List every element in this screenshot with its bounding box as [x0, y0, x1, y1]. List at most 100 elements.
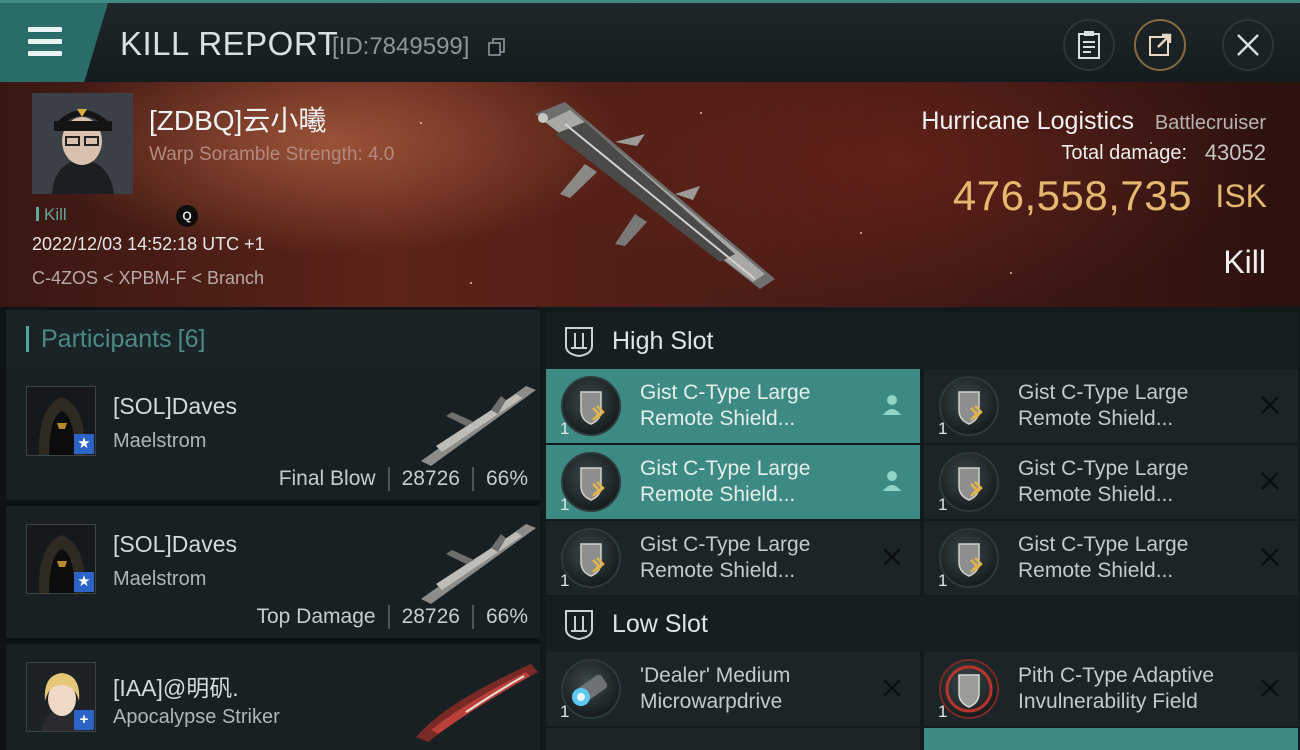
- victim-portrait[interactable]: [32, 93, 133, 194]
- ship-name[interactable]: Hurricane Logistics: [921, 107, 1134, 136]
- participant-name: [IAA]@明矾.: [113, 675, 239, 701]
- participant-ship-image: [421, 524, 536, 604]
- participant-stats: Final Blow 28726 66%: [279, 467, 528, 491]
- module-name: Gist C-Type Large Remote Shield...: [640, 381, 811, 430]
- kill-location[interactable]: C-4ZOS < XPBM-F < Branch: [32, 268, 264, 289]
- module-item[interactable]: 1 Gist C-Type Large Remote Shield...: [546, 369, 920, 443]
- module-item[interactable]: 1 Pith C-Type Adaptive Invulnerability Fi…: [924, 652, 1298, 726]
- participant-role: Final Blow: [278, 467, 376, 490]
- shield-booster-icon: [561, 528, 621, 588]
- participant-avatar: ★: [26, 524, 96, 594]
- module-name: 'Dealer' Medium Microwarpdrive: [640, 664, 791, 713]
- clipboard-button[interactable]: [1063, 19, 1115, 71]
- warp-scramble-strength: Warp Soramble Strength: 4.0: [149, 144, 395, 165]
- participant-percent: 66%: [485, 605, 528, 628]
- module-item[interactable]: 1 Gist C-Type Large Remote Shield...: [924, 521, 1298, 595]
- clipboard-icon: [1078, 31, 1100, 59]
- copy-icon[interactable]: [488, 38, 506, 56]
- participants-count: [6]: [177, 324, 206, 353]
- participant-ship: Maelstrom: [113, 568, 207, 590]
- module-quantity: 1: [560, 571, 570, 590]
- participant-ship-image: [416, 664, 538, 742]
- module-item[interactable]: 1 'Dealer' Medium Microwarpdrive: [546, 652, 920, 726]
- module-item-partial[interactable]: [546, 728, 920, 750]
- participant-ship-image: [421, 386, 536, 466]
- top-bar: KILL REPORT [ID:7849599]: [0, 0, 1300, 82]
- victim-name[interactable]: [ZDBQ]云小曦: [149, 99, 326, 139]
- module-quantity: 1: [560, 702, 570, 721]
- total-damage-label: Total damage:: [1061, 142, 1187, 164]
- pilot-avatar-icon: [32, 93, 133, 194]
- module-name: Gist C-Type Large Remote Shield...: [1018, 381, 1189, 430]
- share-icon: [1149, 33, 1172, 56]
- person-icon[interactable]: [880, 469, 904, 493]
- low-slot-title: Low Slot: [612, 609, 708, 638]
- participant-row[interactable]: ★ [SOL]Daves Maelstrom Final Blow 28726 …: [6, 368, 540, 502]
- module-item[interactable]: 1 Gist C-Type Large Remote Shield...: [924, 369, 1298, 443]
- participant-role: Top Damage: [256, 605, 376, 628]
- menu-button[interactable]: [0, 3, 108, 82]
- module-quantity: 1: [938, 419, 948, 438]
- participant-damage: 28726: [401, 467, 460, 490]
- destroyed-x-icon: [1261, 679, 1279, 697]
- module-item[interactable]: 1 Gist C-Type Large Remote Shield...: [546, 521, 920, 595]
- high-slot-title: High Slot: [612, 326, 714, 355]
- participant-ship: Apocalypse Striker: [113, 706, 280, 728]
- total-damage-value: 43052: [1204, 140, 1266, 165]
- module-name: Gist C-Type Large Remote Shield...: [640, 533, 811, 582]
- microwarpdrive-icon: [561, 659, 621, 719]
- module-name: Gist C-Type Large Remote Shield...: [640, 457, 811, 506]
- participant-stats: Top Damage 28726 66%: [256, 605, 528, 629]
- module-quantity: 1: [560, 419, 570, 438]
- low-slot-header: Low Slot: [546, 596, 1298, 652]
- kill-result-label: Kill: [1223, 244, 1266, 280]
- module-name: Gist C-Type Large Remote Shield...: [1018, 457, 1189, 506]
- participant-ship: Maelstrom: [113, 430, 207, 452]
- participants-label: Participants: [41, 324, 172, 353]
- plus-badge-icon: +: [74, 710, 94, 730]
- ship-image: [535, 102, 775, 289]
- participant-row[interactable]: + [IAA]@明矾. Apocalypse Striker: [6, 644, 540, 750]
- module-item-partial[interactable]: [924, 728, 1298, 750]
- module-quantity: 1: [560, 495, 570, 514]
- close-button[interactable]: [1222, 19, 1274, 71]
- isk-value: 476,558,735: [952, 172, 1192, 219]
- menu-icon: [28, 27, 62, 32]
- shield-booster-icon: [939, 452, 999, 512]
- ship-class: Battlecruiser: [1154, 112, 1266, 134]
- participant-percent: 66%: [485, 467, 528, 490]
- module-item[interactable]: 1 Gist C-Type Large Remote Shield...: [546, 445, 920, 519]
- kill-tag: Kill: [36, 205, 67, 225]
- star-badge-icon: ★: [74, 434, 94, 454]
- participant-avatar: +: [26, 662, 96, 732]
- participant-row[interactable]: ★ [SOL]Daves Maelstrom Top Damage 28726 …: [6, 506, 540, 640]
- module-item[interactable]: 1 Gist C-Type Large Remote Shield...: [924, 445, 1298, 519]
- high-slot-icon: [565, 327, 593, 358]
- star-badge-icon: ★: [74, 572, 94, 592]
- kill-banner: [ZDBQ]云小曦 Warp Soramble Strength: 4.0 Ki…: [0, 82, 1300, 307]
- module-quantity: 1: [938, 571, 948, 590]
- shield-booster-icon: [939, 528, 999, 588]
- destroyed-x-icon: [1261, 472, 1279, 490]
- low-slot-icon: [565, 610, 593, 641]
- shield-booster-icon: [939, 376, 999, 436]
- isk-unit: ISK: [1215, 178, 1267, 214]
- shield-booster-icon: [561, 452, 621, 512]
- destroyed-x-icon: [883, 548, 901, 566]
- person-icon[interactable]: [880, 393, 904, 417]
- q-badge: Q: [176, 205, 198, 227]
- destroyed-x-icon: [1261, 548, 1279, 566]
- module-quantity: 1: [938, 702, 948, 721]
- share-button[interactable]: [1134, 19, 1186, 71]
- page-title: KILL REPORT: [120, 25, 339, 62]
- module-name: Pith C-Type Adaptive Invulnerability Fiel…: [1018, 664, 1215, 713]
- module-quantity: 1: [938, 495, 948, 514]
- module-name: Gist C-Type Large Remote Shield...: [1018, 533, 1189, 582]
- destroyed-x-icon: [1261, 396, 1279, 414]
- participants-header[interactable]: Participants [6]: [6, 310, 540, 368]
- report-id: [ID:7849599]: [332, 33, 470, 60]
- shield-booster-icon: [561, 376, 621, 436]
- high-slot-header: High Slot: [546, 313, 1298, 369]
- destroyed-x-icon: [883, 679, 901, 697]
- participants-panel: Participants [6] ★ [SOL]Daves Maelstrom …: [0, 307, 540, 750]
